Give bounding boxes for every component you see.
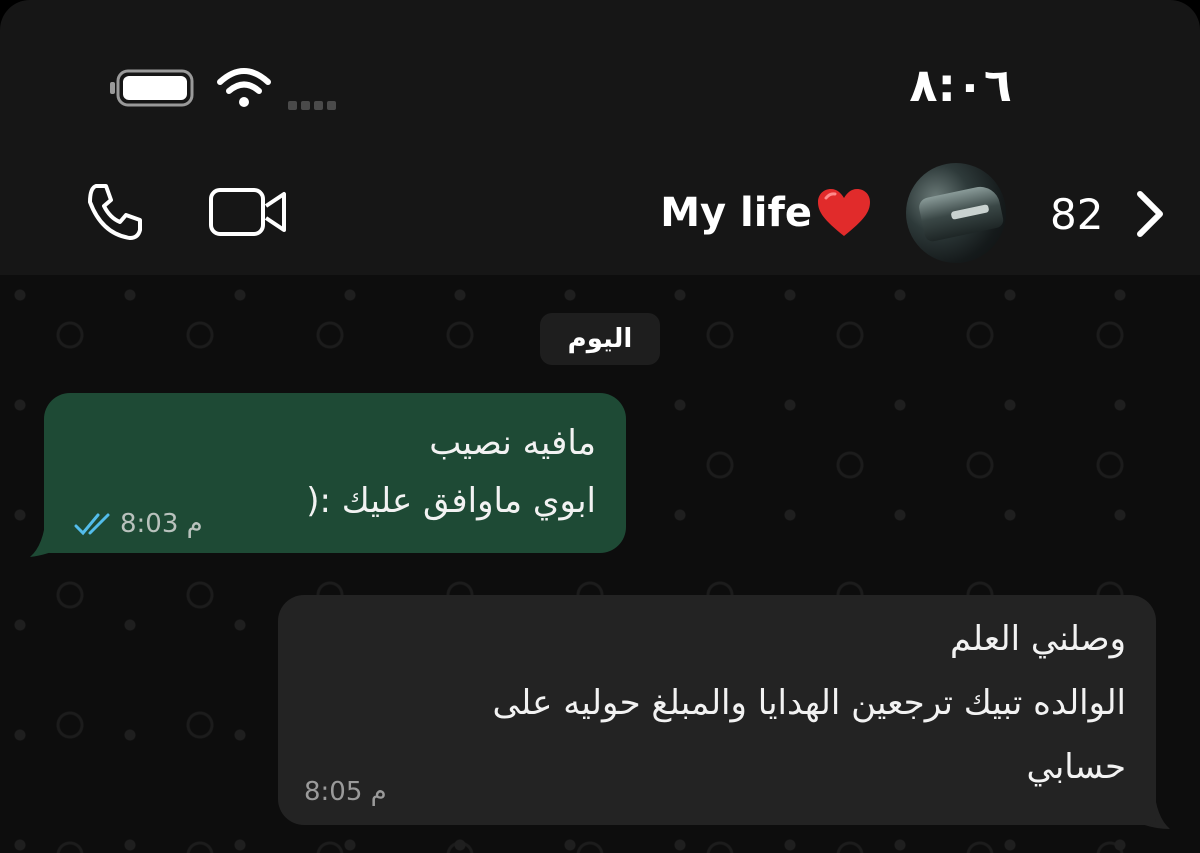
message-line: مافيه نصيب — [429, 423, 596, 463]
message-line: حسابي — [1026, 747, 1126, 787]
status-time: ٨:٠٦ — [909, 58, 1012, 112]
message-bubble-incoming[interactable]: وصلني العلم الوالده تبيك ترجعين الهدايا … — [278, 595, 1156, 825]
message-line: الوالده تبيك ترجعين الهدايا والمبلغ حولي… — [492, 683, 1127, 723]
time-value: 8:03 — [120, 509, 179, 539]
contact-avatar[interactable] — [906, 163, 1006, 263]
date-separator: اليوم — [540, 313, 660, 365]
time-period: م — [186, 509, 203, 539]
chat-screen: ٨:٠٦ My life 82 اليوم مافيه نصيب ابوي ما… — [0, 0, 1200, 853]
message-list[interactable]: اليوم مافيه نصيب ابوي ماوافق عليك :( م 8… — [0, 275, 1200, 853]
chevron-right-icon[interactable] — [1130, 188, 1170, 240]
contact-name[interactable]: My life — [660, 190, 812, 236]
message-time: م 8:05 — [304, 777, 387, 807]
time-period: م — [370, 777, 387, 807]
wifi-icon — [217, 68, 271, 107]
battery-icon — [110, 69, 194, 107]
double-check-read-icon — [74, 513, 110, 536]
video-camera-icon[interactable] — [208, 186, 288, 238]
phone-icon[interactable] — [82, 180, 146, 244]
time-value: 8:05 — [304, 777, 363, 807]
message-line: ابوي ماوافق عليك :( — [306, 481, 596, 521]
message-line: وصلني العلم — [949, 619, 1126, 659]
back-unread-count[interactable]: 82 — [1050, 190, 1103, 239]
chat-header: My life 82 — [0, 150, 1200, 275]
message-time: م 8:03 — [120, 509, 203, 539]
status-bar: ٨:٠٦ — [0, 0, 1200, 150]
message-bubble-outgoing[interactable]: مافيه نصيب ابوي ماوافق عليك :( م 8:03 — [44, 393, 626, 553]
signal-dots-icon — [288, 95, 350, 110]
heart-emoji — [818, 189, 870, 236]
